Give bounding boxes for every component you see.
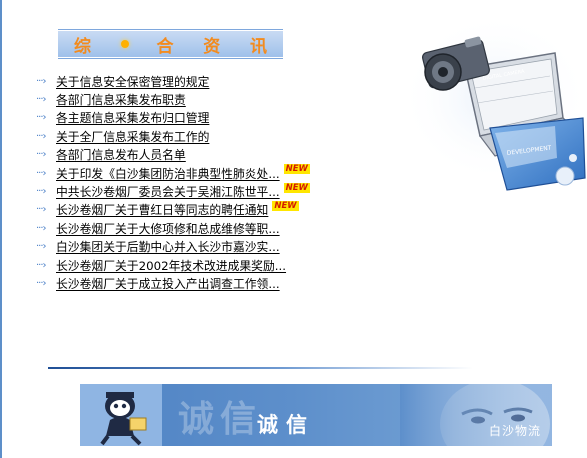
news-link[interactable]: 长沙卷烟厂关于成立投入产出调查工作领... [56, 275, 280, 292]
title-line-top [58, 29, 283, 30]
news-item: ···› 长沙卷烟厂关于成立投入产出调查工作领... [36, 274, 310, 292]
bullet-arrow-icon: ···› [36, 186, 47, 198]
news-link[interactable]: 各主题信息采集发布归口管理 [56, 109, 209, 126]
bullet-arrow-icon: ···› [36, 241, 47, 253]
bullet-arrow-icon: ···› [36, 167, 47, 179]
hero-illustration: DIGITAL CAMERA DEVELOPMENT [400, 13, 587, 191]
news-link[interactable]: 关于信息安全保密管理的规定 [56, 73, 209, 90]
new-badge: NEW [272, 200, 299, 211]
news-item: ···› 长沙卷烟厂关于2002年技术改进成果奖励... [36, 256, 310, 274]
mascot-icon [80, 384, 162, 446]
news-link[interactable]: 关于印发《白沙集团防治非典型性肺炎处... [56, 165, 280, 182]
banner-caption: 白沙物流 [488, 424, 541, 438]
news-link[interactable]: 长沙卷烟厂关于曹红日等同志的聘任通知 [56, 201, 268, 218]
news-item: ···› 中共长沙卷烟厂委员会关于吴湘江陈世平... NEW [36, 182, 310, 200]
news-link[interactable]: 中共长沙卷烟厂委员会关于吴湘江陈世平... [56, 183, 280, 200]
banner-watermark-text: 诚信 [178, 399, 263, 440]
news-item: ···› 长沙卷烟厂关于曹红日等同志的聘任通知 NEW [36, 200, 310, 219]
section-divider [48, 367, 473, 369]
new-badge: NEW [283, 182, 310, 193]
bullet-arrow-icon: ···› [36, 75, 47, 87]
bullet-arrow-icon: ···› [36, 149, 47, 161]
news-item: ···› 关于全厂信息采集发布工作的 [36, 127, 310, 145]
news-item: ···› 各部门信息采集发布职责 [36, 90, 310, 108]
section-title-char-1: 综 [74, 36, 93, 57]
bullet-arrow-icon: ···› [36, 130, 47, 142]
news-item: ···› 白沙集团关于后勤中心并入长沙市嘉沙实... [36, 238, 310, 256]
bullet-arrow-icon: ···› [36, 94, 47, 106]
bullet-arrow-icon: ···› [36, 259, 47, 271]
news-link[interactable]: 关于全厂信息采集发布工作的 [56, 128, 209, 145]
news-link[interactable]: 长沙卷烟厂关于大修项修和总成维修等职... [56, 220, 280, 237]
new-badge: NEW [283, 164, 310, 175]
news-item: ···› 各部门信息发布人员名单 [36, 146, 310, 164]
bullet-arrow-icon: ···› [36, 112, 47, 124]
news-link[interactable]: 白沙集团关于后勤中心并入长沙市嘉沙实... [56, 238, 280, 255]
news-item: ···› 关于印发《白沙集团防治非典型性肺炎处... NEW [36, 164, 310, 182]
news-list: ···› 关于信息安全保密管理的规定 ···› 各部门信息采集发布职责 ···›… [36, 72, 310, 293]
section-title: 综 合 资 讯 [74, 31, 269, 57]
title-line-bottom [58, 58, 283, 59]
news-link[interactable]: 长沙卷烟厂关于2002年技术改进成果奖励... [56, 257, 286, 274]
news-link[interactable]: 各部门信息采集发布职责 [56, 91, 186, 108]
section-title-char-4: 讯 [250, 36, 269, 57]
banner-title: 诚信 [257, 413, 315, 437]
news-item: ···› 长沙卷烟厂关于大修项修和总成维修等职... [36, 219, 310, 237]
news-link[interactable]: 各部门信息发布人员名单 [56, 146, 186, 163]
news-item: ···› 关于信息安全保密管理的规定 [36, 72, 310, 90]
bullet-arrow-icon: ···› [36, 277, 47, 289]
integrity-banner[interactable]: 诚信 诚信 白沙物流 [80, 384, 552, 446]
bullet-arrow-icon: ···› [36, 204, 47, 216]
monitor-icon [489, 117, 586, 191]
news-item: ···› 各主题信息采集发布归口管理 [36, 109, 310, 127]
bullet-arrow-icon: ···› [36, 222, 47, 234]
section-title-char-2: 合 [156, 36, 176, 57]
left-frame-border [0, 0, 2, 458]
title-sparkle-icon [120, 40, 129, 48]
section-title-char-3: 资 [203, 36, 223, 57]
